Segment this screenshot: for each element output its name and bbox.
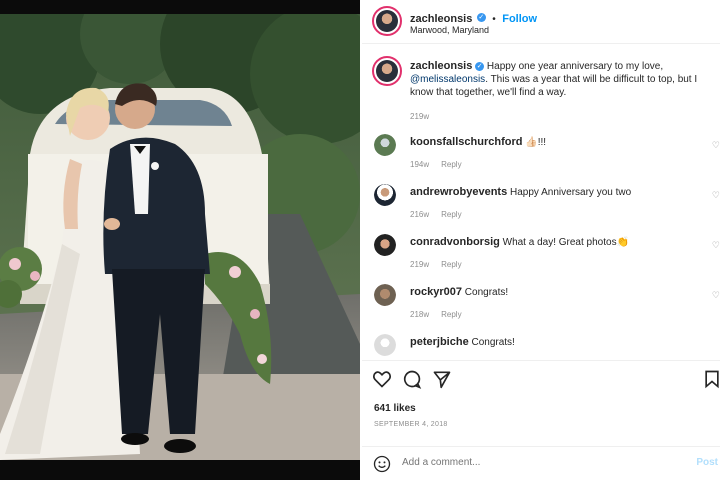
wedding-photo bbox=[0, 14, 360, 460]
commenter-avatar[interactable] bbox=[374, 334, 396, 356]
caption: zachleonsis ✓ Happy one year anniversary… bbox=[362, 56, 720, 128]
verified-badge-icon: ✓ bbox=[476, 13, 486, 23]
author-avatar[interactable] bbox=[372, 6, 402, 36]
comment-time[interactable]: 219w bbox=[410, 260, 429, 269]
photo-panel bbox=[0, 0, 360, 480]
caption-avatar[interactable] bbox=[372, 56, 402, 86]
comment-text: What a day! Great photos👏 bbox=[502, 237, 630, 248]
comment-item: conradvonborsig What a day! Great photos… bbox=[362, 234, 720, 282]
commenter-avatar[interactable] bbox=[374, 184, 396, 206]
comment-icon[interactable] bbox=[402, 369, 424, 391]
comment-item: rockyr007 Congrats! 218w Reply ♡ bbox=[362, 284, 720, 332]
post-actions: 641 likes SEPTEMBER 4, 2018 bbox=[362, 360, 720, 460]
comments-scroll-area[interactable]: zachleonsis ✓ Happy one year anniversary… bbox=[362, 50, 720, 358]
post-date[interactable]: SEPTEMBER 4, 2018 bbox=[374, 421, 448, 428]
comment-item: peterjbiche Congrats! bbox=[362, 334, 720, 358]
comment-like-icon[interactable]: ♡ bbox=[712, 240, 720, 251]
comment-username[interactable]: peterjbiche bbox=[410, 336, 469, 348]
comment-input[interactable] bbox=[402, 457, 662, 468]
post-comment-button[interactable]: Post bbox=[696, 457, 718, 468]
bookmark-icon[interactable] bbox=[702, 369, 720, 391]
post-location[interactable]: Marwood, Maryland bbox=[410, 25, 489, 35]
caption-mention[interactable]: @melissaleonsis bbox=[410, 74, 485, 85]
commenter-avatar[interactable] bbox=[374, 284, 396, 306]
add-comment-bar: Post bbox=[362, 446, 720, 480]
comment-text: 👍🏻!!! bbox=[525, 137, 547, 148]
comment-time[interactable]: 218w bbox=[410, 310, 429, 319]
comment-item: andrewrobyevents Happy Anniversary you t… bbox=[362, 184, 720, 232]
post-photo[interactable] bbox=[0, 14, 360, 460]
comment-text: Congrats! bbox=[471, 337, 515, 348]
comment-time[interactable]: 194w bbox=[410, 160, 429, 169]
heart-icon[interactable] bbox=[372, 369, 394, 391]
instagram-post-view: zachleonsis ✓ • Follow Marwood, Maryland… bbox=[0, 0, 720, 480]
comment-like-icon[interactable]: ♡ bbox=[712, 140, 720, 151]
caption-text: zachleonsis ✓ Happy one year anniversary… bbox=[410, 60, 710, 99]
separator-dot: • bbox=[492, 14, 496, 25]
comment-item: koonsfallschurchford 👍🏻!!! 194w Reply ♡ bbox=[362, 134, 720, 182]
caption-time[interactable]: 219w bbox=[410, 112, 429, 121]
share-icon[interactable] bbox=[432, 369, 454, 391]
likes-count[interactable]: 641 likes bbox=[374, 403, 416, 414]
comment-time[interactable]: 216w bbox=[410, 210, 429, 219]
comment-text: Happy Anniversary you two bbox=[509, 187, 632, 198]
verified-badge-icon: ✓ bbox=[475, 61, 485, 71]
post-sidebar: zachleonsis ✓ • Follow Marwood, Maryland… bbox=[362, 0, 720, 480]
reply-button[interactable]: Reply bbox=[441, 210, 461, 219]
caption-username[interactable]: zachleonsis bbox=[410, 60, 472, 72]
reply-button[interactable]: Reply bbox=[441, 260, 461, 269]
comment-username[interactable]: andrewrobyevents bbox=[410, 186, 507, 198]
reply-button[interactable]: Reply bbox=[441, 160, 461, 169]
comment-like-icon[interactable]: ♡ bbox=[712, 190, 720, 201]
commenter-avatar[interactable] bbox=[374, 234, 396, 256]
reply-button[interactable]: Reply bbox=[441, 310, 461, 319]
commenter-avatar[interactable] bbox=[374, 134, 396, 156]
comment-text: Congrats! bbox=[464, 287, 509, 298]
comment-username[interactable]: rockyr007 bbox=[410, 286, 462, 298]
comment-like-icon[interactable]: ♡ bbox=[712, 290, 720, 301]
comment-username[interactable]: conradvonborsig bbox=[410, 236, 500, 248]
author-username[interactable]: zachleonsis bbox=[410, 13, 472, 25]
post-header: zachleonsis ✓ • Follow Marwood, Maryland bbox=[362, 0, 720, 44]
caption-text-before: Happy one year anniversary to my love, bbox=[486, 61, 664, 72]
emoji-icon[interactable] bbox=[372, 454, 392, 474]
follow-button[interactable]: Follow bbox=[502, 13, 537, 25]
comment-username[interactable]: koonsfallschurchford bbox=[410, 136, 522, 148]
